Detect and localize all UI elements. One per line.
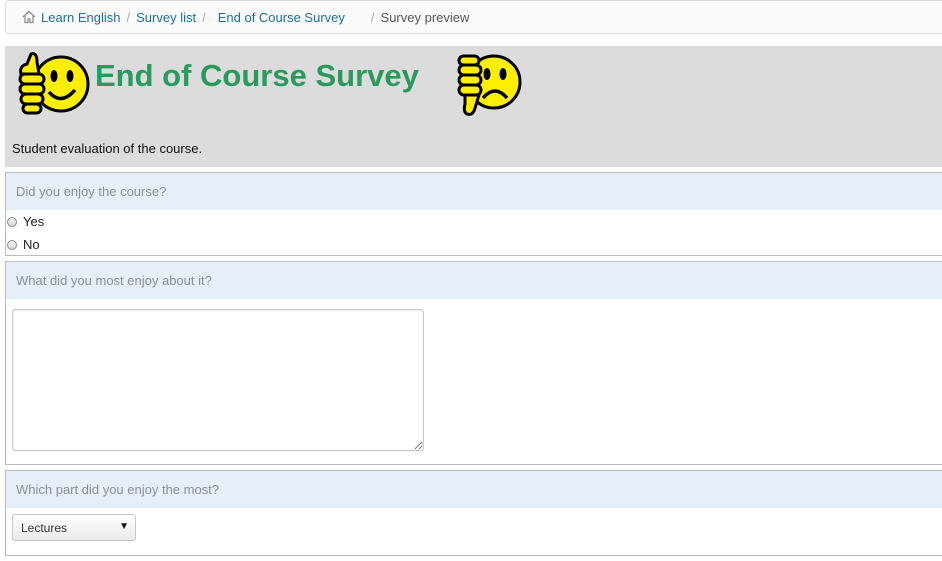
- radio-option-no[interactable]: No: [6, 233, 942, 256]
- radio-label-yes: Yes: [23, 214, 45, 229]
- thumbs-up-smiley-icon: [18, 52, 90, 115]
- home-icon[interactable]: [22, 10, 36, 24]
- question-3-text: Which part did you enjoy the most?: [6, 471, 942, 508]
- breadcrumb-separator: /: [370, 9, 375, 25]
- breadcrumb-link-survey-list[interactable]: Survey list: [136, 10, 196, 25]
- select-value: Lectures: [21, 520, 68, 535]
- breadcrumb-current: Survey preview: [380, 9, 470, 25]
- breadcrumb-separator: /: [202, 9, 206, 25]
- breadcrumb-separator: /: [126, 9, 131, 25]
- radio-button-yes[interactable]: [7, 216, 17, 227]
- question-1: Did you enjoy the course? Yes No: [5, 172, 942, 256]
- page-title: End of Course Survey: [95, 58, 419, 93]
- question-2: What did you most enjoy about it?: [5, 261, 942, 465]
- thumbs-down-frown-icon: [457, 54, 522, 116]
- breadcrumb-link-learn-english[interactable]: Learn English: [41, 10, 121, 25]
- question-2-text: What did you most enjoy about it?: [6, 262, 942, 299]
- breadcrumb: Learn English / Survey list / End of Cou…: [5, 0, 942, 34]
- part-select[interactable]: Lectures ▼: [12, 514, 136, 541]
- breadcrumb-link-end-of-course-survey[interactable]: End of Course Survey: [218, 10, 345, 25]
- radio-label-no: No: [23, 237, 40, 252]
- chevron-down-icon[interactable]: ▼: [119, 521, 129, 532]
- question-3: Which part did you enjoy the most? Lectu…: [5, 470, 942, 556]
- survey-header: End of Course Survey Student evaluation …: [5, 46, 942, 167]
- survey-description: Student evaluation of the course.: [12, 141, 203, 156]
- answer-textarea[interactable]: [12, 309, 424, 451]
- radio-button-no[interactable]: [7, 239, 17, 250]
- radio-option-yes[interactable]: Yes: [6, 210, 942, 233]
- question-1-text: Did you enjoy the course?: [6, 173, 942, 210]
